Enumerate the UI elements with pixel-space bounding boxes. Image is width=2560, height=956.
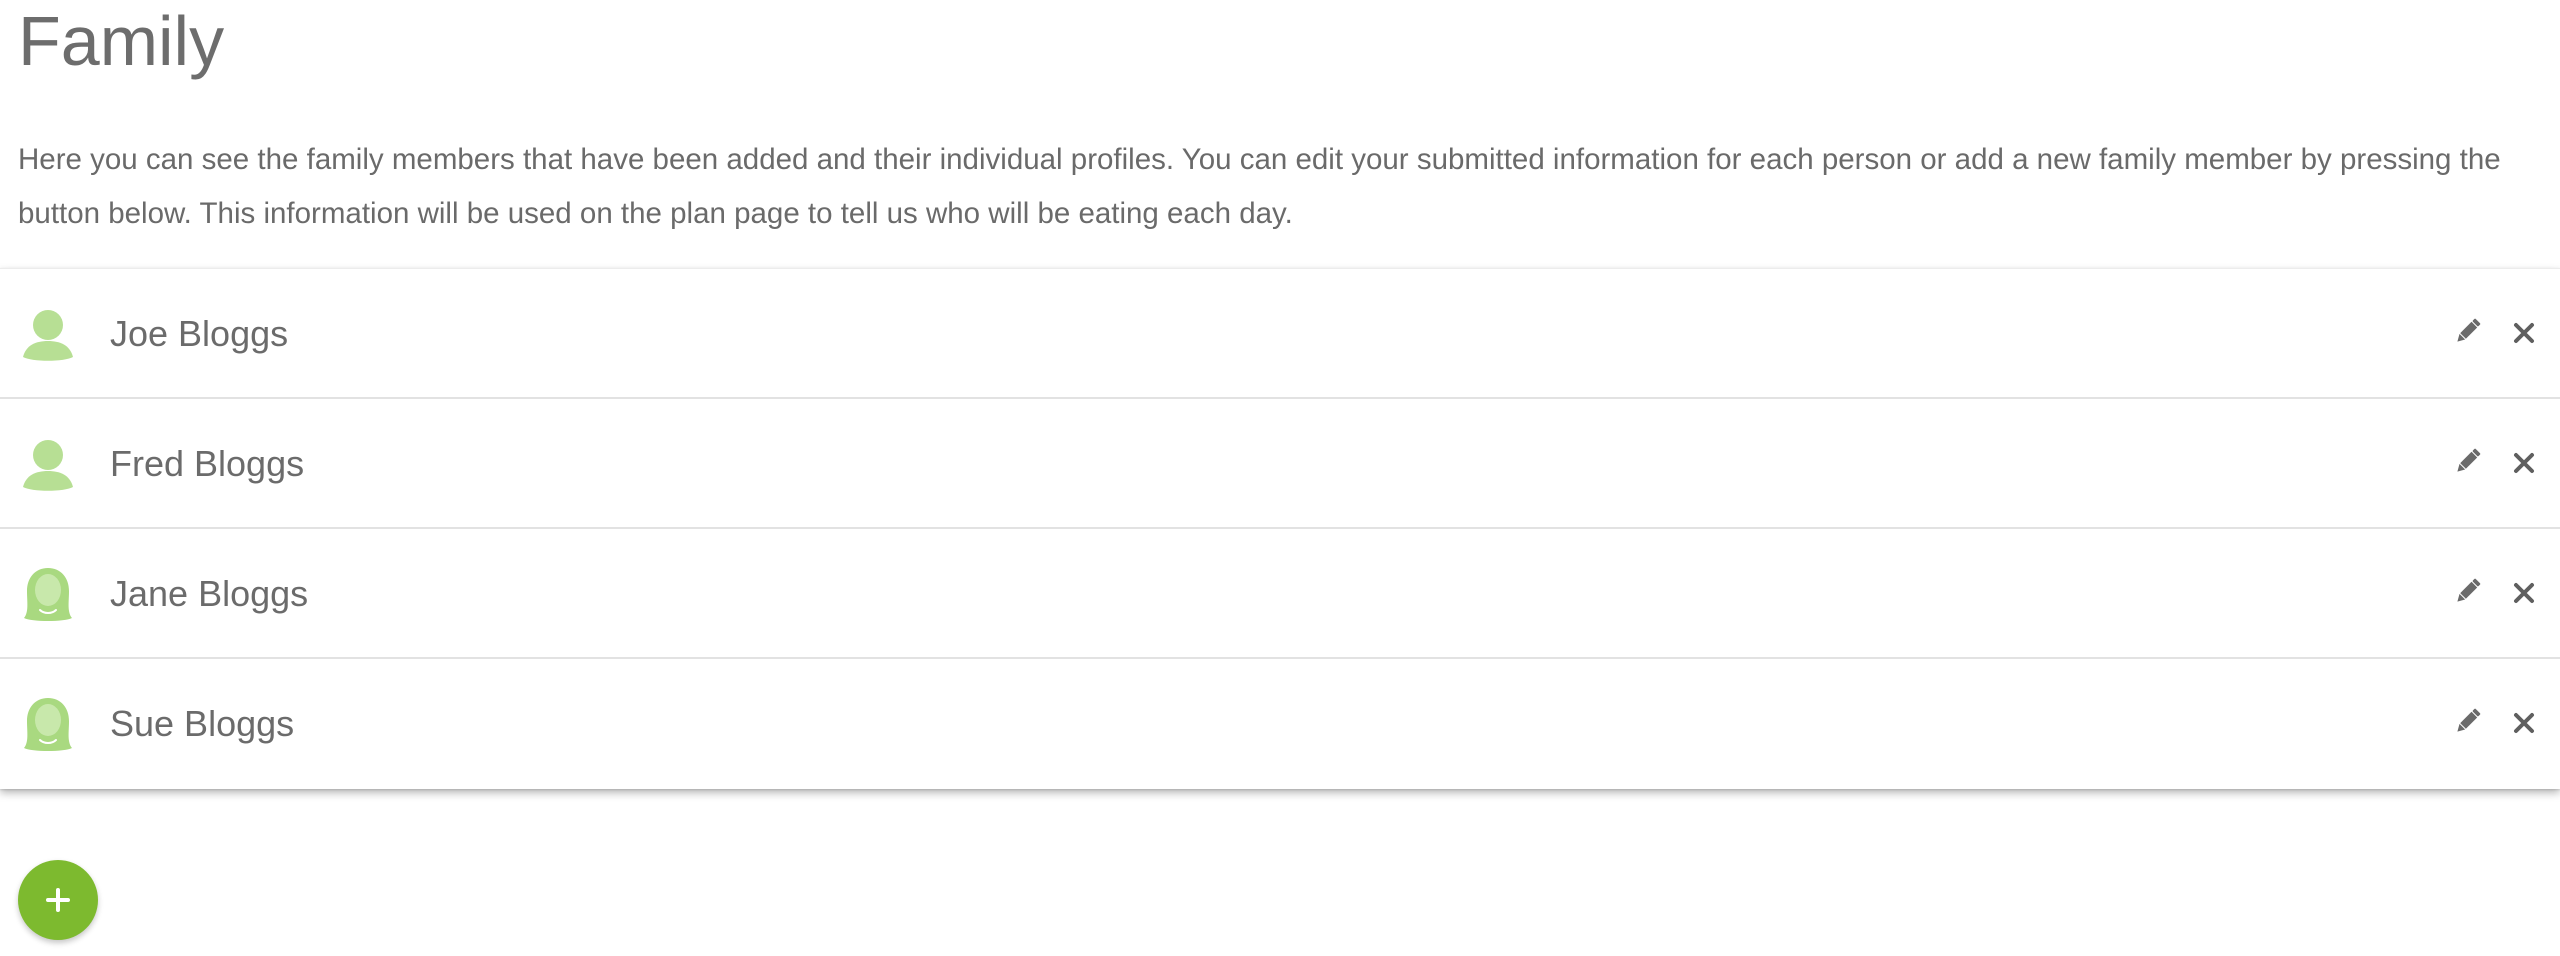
pencil-icon [2457,708,2481,732]
edit-member-button[interactable] [2452,445,2484,477]
male-avatar-icon [20,436,76,492]
edit-member-button[interactable] [2452,315,2484,347]
female-avatar-icon [20,566,76,622]
close-icon [2514,323,2534,343]
page-description: Here you can see the family members that… [18,143,2501,230]
add-family-member-button[interactable] [18,860,98,940]
pencil-icon [2457,318,2481,342]
member-name: Joe Bloggs [110,313,289,354]
close-icon [2514,453,2534,473]
family-member-row[interactable]: Sue Bloggs [0,659,2560,789]
family-member-row[interactable]: Joe Bloggs [0,269,2560,399]
family-member-list: Joe Bloggs Fred Bloggs Jane Bloggs Sue B… [0,268,2560,789]
delete-member-button[interactable] [2510,709,2538,737]
male-avatar-icon [20,306,76,362]
family-member-row[interactable]: Jane Bloggs [0,529,2560,659]
member-name: Sue Bloggs [110,703,295,744]
delete-member-button[interactable] [2510,449,2538,477]
member-name: Jane Bloggs [110,573,309,614]
family-page: Family Here you can see the family membe… [0,0,2560,956]
plus-icon [46,888,70,912]
close-icon [2514,713,2534,733]
pencil-icon [2457,448,2481,472]
close-icon [2514,583,2534,603]
edit-member-button[interactable] [2452,705,2484,737]
female-avatar-icon [20,696,76,752]
member-name: Fred Bloggs [110,443,305,484]
delete-member-button[interactable] [2510,579,2538,607]
edit-member-button[interactable] [2452,575,2484,607]
pencil-icon [2457,578,2481,602]
family-member-row[interactable]: Fred Bloggs [0,399,2560,529]
page-title: Family [18,2,225,80]
delete-member-button[interactable] [2510,319,2538,347]
